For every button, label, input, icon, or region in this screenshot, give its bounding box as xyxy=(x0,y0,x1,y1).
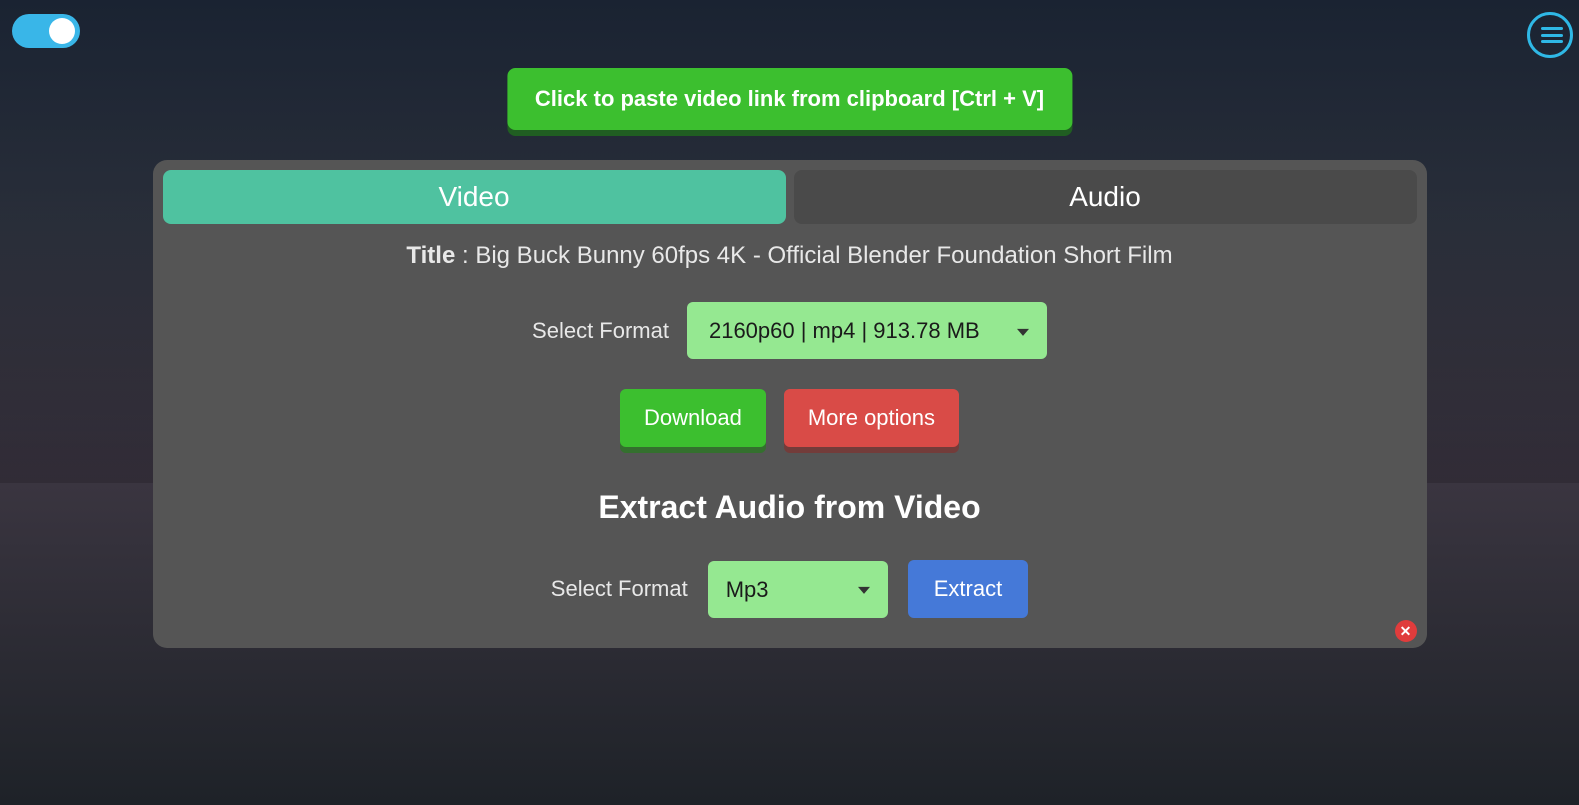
title-separator: : xyxy=(455,242,475,269)
download-button[interactable]: Download xyxy=(620,389,766,447)
video-format-row: Select Format 2160p60 | mp4 | 913.78 MB xyxy=(163,302,1417,359)
audio-format-label: Select Format xyxy=(551,576,688,602)
video-format-select[interactable]: 2160p60 | mp4 | 913.78 MB xyxy=(687,302,1047,359)
extract-button[interactable]: Extract xyxy=(908,560,1028,618)
menu-button[interactable] xyxy=(1527,12,1573,58)
audio-format-row: Select Format Mp3 Extract xyxy=(163,560,1417,618)
video-format-label: Select Format xyxy=(532,318,669,344)
hamburger-icon xyxy=(1541,27,1563,43)
video-format-select-wrap: 2160p60 | mp4 | 913.78 MB xyxy=(687,302,1047,359)
paste-link-button[interactable]: Click to paste video link from clipboard… xyxy=(507,68,1072,130)
toggle-knob-icon xyxy=(49,18,75,44)
tab-video[interactable]: Video xyxy=(163,170,786,224)
audio-format-select[interactable]: Mp3 xyxy=(708,561,888,618)
more-options-button[interactable]: More options xyxy=(784,389,959,447)
audio-format-select-wrap: Mp3 xyxy=(708,561,888,618)
tab-bar: Video Audio xyxy=(163,170,1417,224)
tab-audio[interactable]: Audio xyxy=(794,170,1417,224)
theme-toggle[interactable] xyxy=(12,14,80,48)
close-icon[interactable]: ✕ xyxy=(1395,620,1417,642)
title-label: Title xyxy=(406,242,455,269)
video-action-row: Download More options xyxy=(163,389,1417,447)
extract-heading: Extract Audio from Video xyxy=(163,489,1417,526)
video-title-value: Big Buck Bunny 60fps 4K - Official Blend… xyxy=(475,242,1172,269)
main-panel: Video Audio Title : Big Buck Bunny 60fps… xyxy=(153,160,1427,648)
video-title-row: Title : Big Buck Bunny 60fps 4K - Offici… xyxy=(163,242,1417,270)
